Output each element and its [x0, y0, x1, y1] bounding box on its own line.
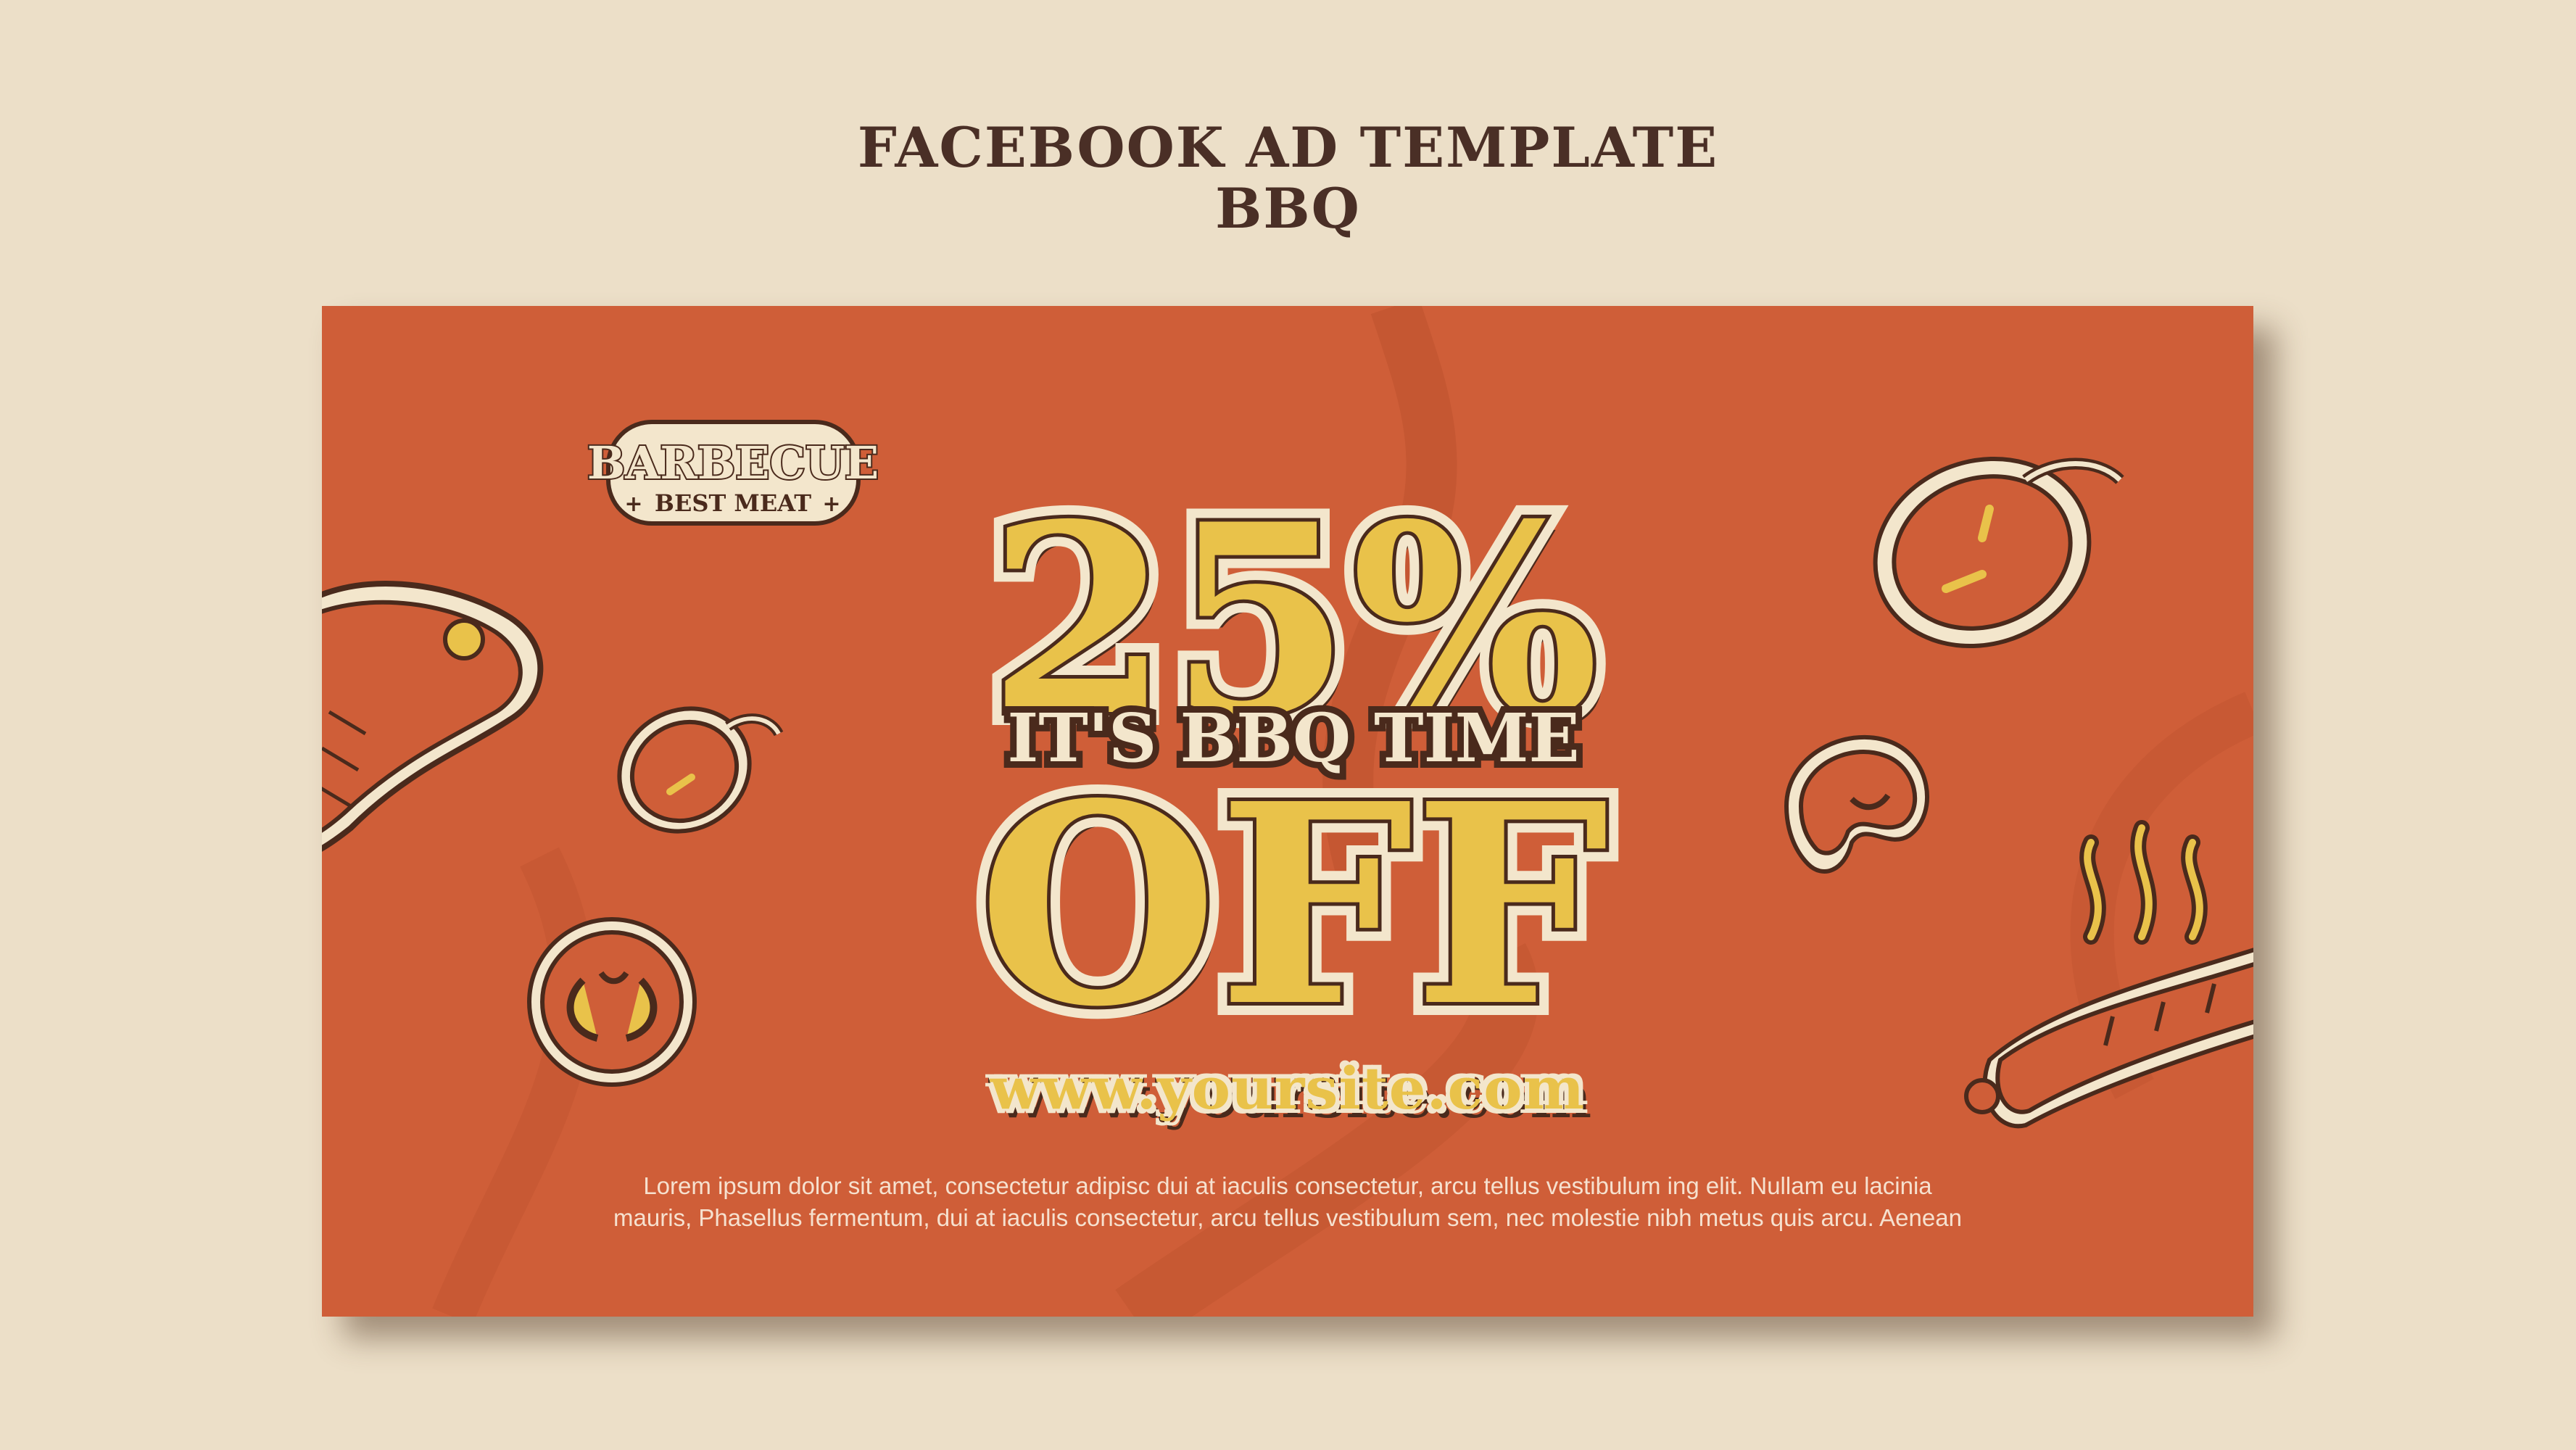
header-title: FACEBOOK AD TEMPLATE — [857, 115, 1719, 180]
offer-graphic: 25% 25% 25% OFF OFF OFF IT'S BBQ TIME IT… — [965, 454, 1623, 1080]
body-line: Lorem ipsum dolor sit amet, consectetur … — [643, 1172, 1932, 1199]
header-subtitle: BBQ — [1215, 176, 1361, 241]
tagline-text: IT'S BBQ TIME — [1007, 699, 1579, 777]
page-header: FACEBOOK AD TEMPLATE BBQ — [0, 116, 2576, 241]
body-line: mauris, Phasellus fermentum, dui at iacu… — [613, 1204, 1962, 1231]
off-text: OFF — [978, 743, 1610, 1067]
ad-banner: BARBECUE BEST MEAT + + 25% 25% 25% OFF O… — [322, 306, 2253, 1317]
body-text: Lorem ipsum dolor sit amet, consectetur … — [525, 1170, 2050, 1234]
website-link[interactable]: www.yoursite.com — [322, 1053, 2253, 1124]
